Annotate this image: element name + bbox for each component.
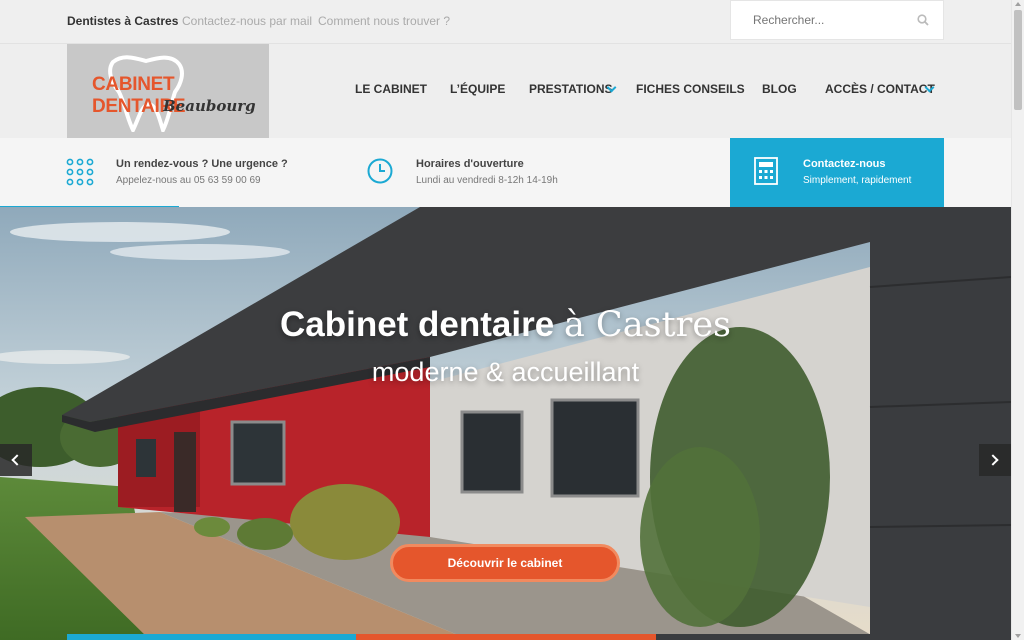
info-strip: Un rendez-vous ? Une urgence ? Appelez-n… (0, 138, 1011, 207)
scrollbar[interactable] (1011, 0, 1024, 640)
nav-acces-contact[interactable]: ACCÈS / CONTACT (825, 82, 935, 96)
appointment-phone[interactable]: Appelez-nous au 05 63 59 00 69 (116, 175, 261, 186)
search-input[interactable] (753, 13, 913, 27)
scroll-up-icon[interactable] (1015, 2, 1021, 6)
header: CABINET DENTAIRE Beaubourg LE CABINET L’… (0, 44, 1011, 138)
contact-sub: Simplement, rapidement (803, 175, 912, 186)
hours-value: Lundi au vendredi 8-12h 14-19h (416, 175, 558, 186)
nav-fiches-conseils[interactable]: FICHES CONSEILS (636, 82, 745, 96)
contact-title: Contactez-nous (803, 158, 886, 170)
top-bar: Dentistes à Castres Contactez-nous par m… (0, 0, 1011, 44)
logo[interactable]: CABINET DENTAIRE Beaubourg (67, 44, 269, 138)
search-box (730, 0, 944, 40)
feature-tab-orange[interactable] (356, 634, 656, 640)
contact-box[interactable]: Contactez-nous Simplement, rapidement (730, 138, 944, 207)
directions-link[interactable]: Comment nous trouver ? (318, 14, 450, 28)
hero-title-bold: Cabinet dentaire (279, 305, 555, 344)
keypad-icon (66, 158, 94, 186)
scrollbar-thumb[interactable] (1014, 10, 1022, 110)
slider-prev-button[interactable] (0, 444, 32, 476)
nav-le-cabinet[interactable]: LE CABINET (355, 82, 427, 96)
site-title[interactable]: Dentistes à Castres (67, 14, 178, 28)
chevron-left-icon (11, 454, 23, 466)
nav-blog[interactable]: BLOG (762, 82, 797, 96)
nav-equipe[interactable]: L’ÉQUIPE (450, 82, 505, 96)
hero-title-serif: à Castres (563, 305, 732, 345)
slider-next-button[interactable] (979, 444, 1011, 476)
feature-tab-blue[interactable] (67, 634, 356, 640)
hours-title: Horaires d'ouverture (416, 158, 524, 170)
feature-tab-dark[interactable] (656, 634, 944, 640)
nav-prestations[interactable]: PRESTATIONS (529, 82, 613, 96)
scroll-down-icon[interactable] (1015, 634, 1021, 638)
chevron-right-icon (987, 454, 999, 466)
contact-mail-link[interactable]: Contactez-nous par mail (182, 14, 312, 28)
calculator-icon (754, 157, 778, 185)
hero-slider: Cabinet dentaire à Castres moderne & acc… (0, 207, 1011, 640)
search-icon[interactable] (917, 14, 929, 26)
discover-cabinet-button[interactable]: Découvrir le cabinet (390, 544, 620, 582)
logo-line2: Beaubourg (163, 97, 256, 115)
hero-subtitle: moderne & accueillant (371, 357, 640, 387)
clock-icon (367, 158, 393, 184)
hero-title: Cabinet dentaire à Castres (0, 305, 1011, 345)
appointment-title: Un rendez-vous ? Une urgence ? (116, 158, 288, 170)
